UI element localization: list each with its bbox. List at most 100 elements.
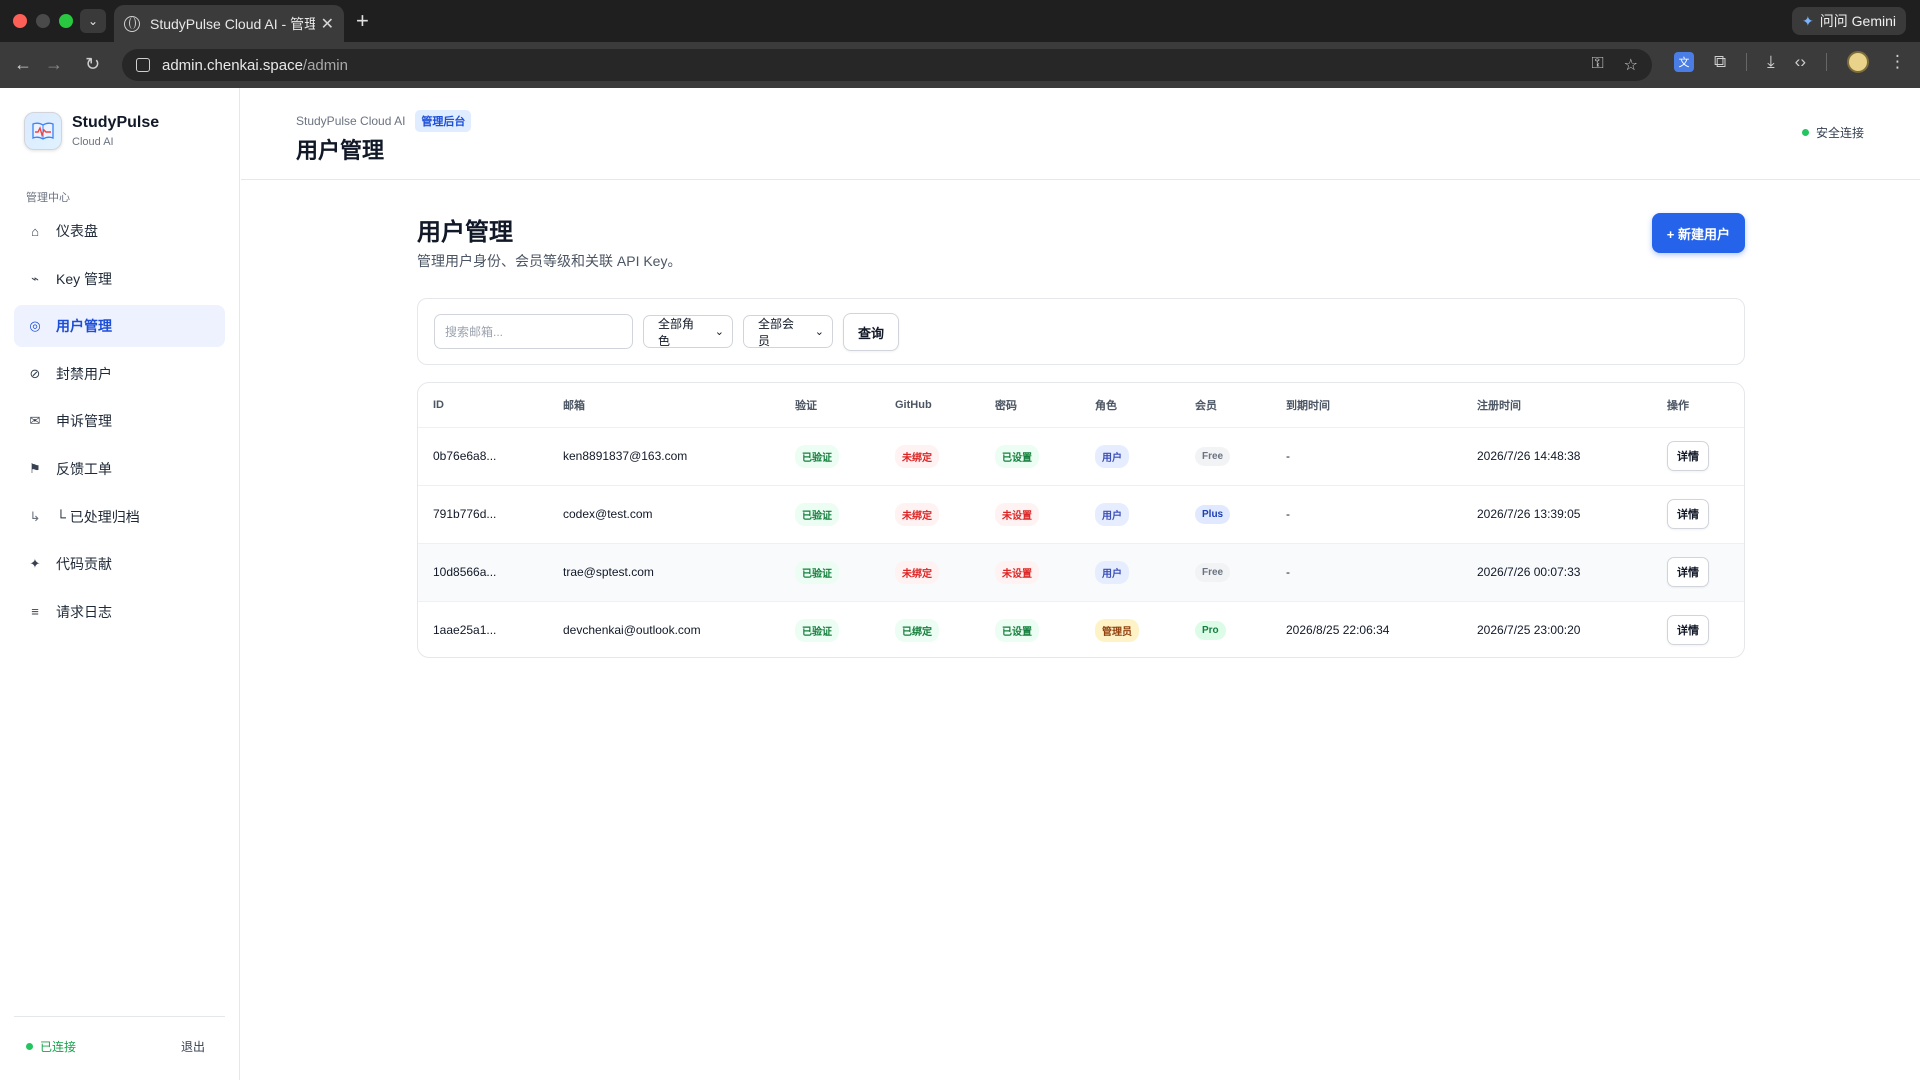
detail-button[interactable]: 详情 xyxy=(1667,557,1709,587)
cell-verify: 已验证 xyxy=(780,601,880,657)
membership-select[interactable]: 全部会员 ⌄ xyxy=(743,315,833,348)
address-url: admin.chenkai.space/admin xyxy=(162,56,348,74)
github-badge: 未绑定 xyxy=(895,560,939,584)
sidebar-item-label: 反馈工单 xyxy=(56,460,112,477)
table-row[interactable]: 10d8566a... trae@sptest.com 已验证 未绑定 未设置 用户 Fre… xyxy=(418,543,1744,602)
window-minimize-button[interactable] xyxy=(36,14,50,28)
cell-member: Pro xyxy=(1180,601,1271,657)
key-icon: ⌁ xyxy=(31,270,39,286)
new-user-button[interactable]: + 新建用户 xyxy=(1651,213,1745,253)
cell-expire: - xyxy=(1271,543,1462,602)
column-header: 注册时间 xyxy=(1462,383,1652,428)
ban-icon: ⊘ xyxy=(29,365,41,381)
extensions-puzzle-icon[interactable]: ⧉ xyxy=(1714,52,1726,72)
cell-expire: 2026/8/25 22:06:34 xyxy=(1286,623,1390,638)
cell-id: 10d8566a... xyxy=(418,543,548,602)
sidebar-item-4[interactable]: ✉ 申诉管理 xyxy=(14,400,225,442)
bookmark-star-icon[interactable]: ☆ xyxy=(1624,55,1638,75)
sidebar-item-1[interactable]: ⌁ Key 管理 xyxy=(14,258,225,300)
cell-register: 2026/7/26 14:48:38 xyxy=(1462,427,1652,486)
globe-icon xyxy=(124,15,140,32)
profile-avatar-icon[interactable] xyxy=(1847,51,1869,73)
browser-tab-active[interactable]: StudyPulse Cloud AI - 管理后台 ✕ xyxy=(114,5,344,42)
archive-branch-icon: ↳ xyxy=(29,508,41,524)
role-badge: 用户 xyxy=(1095,560,1129,584)
table-row[interactable]: 0b76e6a8... ken8891837@163.com 已验证 未绑定 已设置 用户… xyxy=(418,427,1744,486)
table-row[interactable]: 791b776d... codex@test.com 已验证 未绑定 未设置 用户 Plus… xyxy=(418,485,1744,544)
secure-dot-icon xyxy=(1801,129,1809,136)
cell-email: devchenkai@outlook.com xyxy=(563,623,701,638)
mail-icon: ✉ xyxy=(29,413,41,429)
sidebar-item-3[interactable]: ⊘ 封禁用户 xyxy=(14,353,225,395)
cell-verify: 已验证 xyxy=(780,485,880,544)
reload-icon[interactable]: ↻ xyxy=(85,52,100,76)
cell-register: 2026/7/25 23:00:20 xyxy=(1477,623,1581,638)
cell-email: ken8891837@163.com xyxy=(548,427,780,486)
column-header: ID xyxy=(418,383,548,428)
brand[interactable]: StudyPulse Cloud AI xyxy=(24,112,159,150)
brand-name: StudyPulse xyxy=(72,114,160,131)
ask-gemini-button[interactable]: ✦ 问问 Gemini xyxy=(1792,7,1906,35)
window-close-button[interactable] xyxy=(13,14,27,28)
verify-badge: 已验证 xyxy=(795,502,839,526)
detail-button[interactable]: 详情 xyxy=(1667,615,1709,646)
tab-close-icon[interactable]: ✕ xyxy=(321,14,334,34)
table-header-row: ID 邮箱 验证 GitHub 密码 角色 会员 到期时间 注册时间 操作 xyxy=(418,383,1744,428)
table-row[interactable]: 1aae25a1... devchenkai@outlook.com 已验证 已绑定 已… xyxy=(418,601,1744,657)
cell-actions: 详情 xyxy=(1652,485,1744,544)
sidebar-item-label: 仪表盘 xyxy=(56,223,98,239)
cell-actions: 详情 xyxy=(1652,427,1744,486)
gemini-label: 问问 Gemini xyxy=(1819,13,1896,29)
cell-role: 用户 xyxy=(1080,543,1180,602)
secure-connection-label: 安全连接 xyxy=(1815,126,1864,140)
cell-role: 用户 xyxy=(1080,485,1180,544)
sparkle-icon: ✦ xyxy=(29,556,41,572)
password-key-icon[interactable]: ⚿ xyxy=(1591,55,1603,75)
email-search-input[interactable] xyxy=(434,314,633,349)
admin-badge: 管理后台 xyxy=(415,110,472,132)
logout-button[interactable]: 退出 xyxy=(181,1038,225,1055)
cell-password: 未设置 xyxy=(980,485,1080,544)
users-table-card: ID 邮箱 验证 GitHub 密码 角色 会员 到期时间 注册时间 操作 0b76e6a8...… xyxy=(417,382,1745,658)
cell-github: 未绑定 xyxy=(880,543,980,602)
member-badge: Pro xyxy=(1195,620,1226,640)
sidebar: StudyPulse Cloud AI 管理中心 ⌂ 仪表盘 ⌁ Key 管理 ◎ 用户管… xyxy=(0,88,240,1080)
member-badge: Free xyxy=(1195,446,1231,466)
filter-bar: 全部角色 ⌄ 全部会员 ⌄ 查询 xyxy=(417,298,1745,365)
site-info-icon[interactable] xyxy=(136,58,150,72)
download-icon[interactable]: ⤓ xyxy=(1767,52,1775,72)
membership-select-value: 全部会员 xyxy=(758,316,795,348)
devtools-code-icon[interactable]: ‹› xyxy=(1795,52,1806,72)
forward-arrow-icon[interactable]: → xyxy=(45,52,63,76)
translate-icon[interactable]: 文 xyxy=(1674,52,1695,72)
window-zoom-button[interactable] xyxy=(59,14,73,28)
main-area: StudyPulse Cloud AI 管理后台 用户管理 安全连接 用户管理 … xyxy=(241,88,1920,1080)
tab-search-chevron-icon[interactable]: ⌄ xyxy=(80,9,106,33)
role-select[interactable]: 全部角色 ⌄ xyxy=(643,315,733,348)
cell-github: 已绑定 xyxy=(880,601,980,657)
column-header: 验证 xyxy=(780,383,880,428)
role-badge: 管理员 xyxy=(1095,618,1139,642)
sidebar-item-2[interactable]: ◎ 用户管理 xyxy=(14,305,225,348)
detail-button[interactable]: 详情 xyxy=(1667,441,1709,471)
address-bar[interactable]: admin.chenkai.space/admin ⚿ ☆ xyxy=(122,49,1652,81)
column-header: GitHub xyxy=(880,383,980,428)
sidebar-item-5[interactable]: ⚑ 反馈工单 xyxy=(14,448,225,490)
cell-role: 管理员 xyxy=(1080,601,1180,657)
query-button[interactable]: 查询 xyxy=(843,313,899,351)
sidebar-item-7[interactable]: ✦ 代码贡献 xyxy=(14,543,225,585)
tab-title: StudyPulse Cloud AI - 管理后台 xyxy=(150,15,315,32)
secure-connection-status: 安全连接 xyxy=(1801,124,1864,141)
sidebar-item-label: Key 管理 xyxy=(56,270,113,287)
sidebar-item-8[interactable]: ≡ 请求日志 xyxy=(14,591,225,633)
more-menu-icon[interactable]: ⋮ xyxy=(1889,52,1906,72)
detail-button[interactable]: 详情 xyxy=(1667,499,1709,529)
sidebar-item-0[interactable]: ⌂ 仪表盘 xyxy=(14,210,225,252)
cell-member: Free xyxy=(1180,427,1271,486)
back-arrow-icon[interactable]: ← xyxy=(14,52,32,76)
member-badge: Free xyxy=(1195,562,1231,582)
sidebar-item-6[interactable]: ↳ └ 已处理归档 xyxy=(14,496,225,538)
breadcrumb-app[interactable]: StudyPulse Cloud AI xyxy=(296,114,405,128)
new-tab-plus-icon[interactable]: + xyxy=(356,8,369,34)
verify-badge: 已验证 xyxy=(795,560,839,584)
